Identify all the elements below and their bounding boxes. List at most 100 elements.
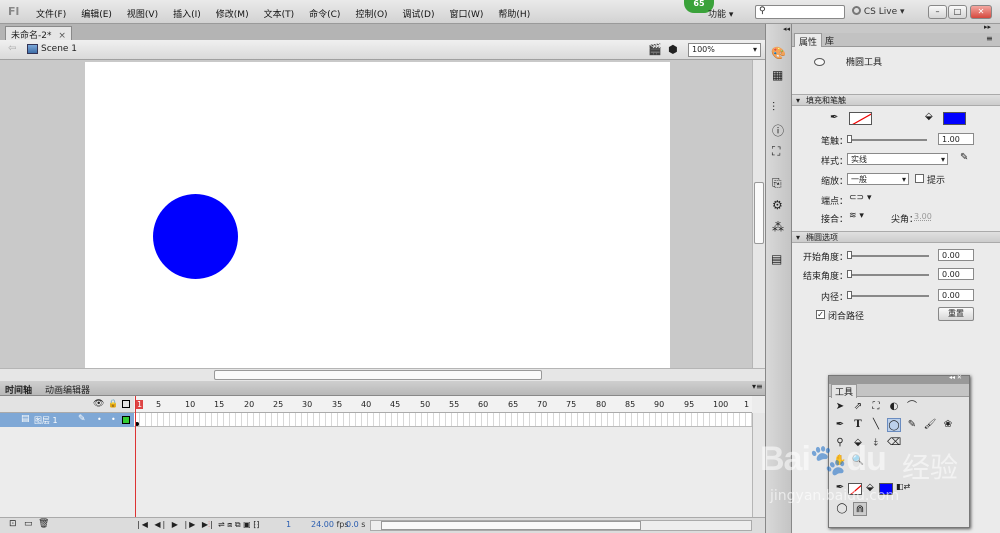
inner-radius-knob[interactable] <box>847 291 852 299</box>
playback-controls[interactable]: |◀ ◀| ▶ |▶ ▶| <box>137 520 215 529</box>
pencil-tool-icon[interactable]: ✎ <box>905 418 919 432</box>
pen-tool-icon[interactable]: ✒ <box>833 418 847 432</box>
blue-circle-shape[interactable] <box>153 194 238 279</box>
help-search-input[interactable]: ⚲ <box>755 5 845 19</box>
tab-timeline[interactable]: 时间轴 <box>5 383 32 396</box>
menu-debug[interactable]: 调试(D) <box>403 7 435 20</box>
tools-panel-titlebar[interactable]: ◂◂ ✕ <box>829 374 969 384</box>
collapse-arrows-icon[interactable]: ◂◂ ✕ <box>949 374 962 381</box>
new-layer-icon[interactable]: ⊡ <box>9 519 17 529</box>
collapse-arrows-icon[interactable]: ▸▸ <box>984 23 991 31</box>
menu-command[interactable]: 命令(C) <box>309 7 340 20</box>
menu-edit[interactable]: 编辑(E) <box>81 7 112 20</box>
swatches-icon[interactable]: ▦ <box>772 68 783 82</box>
3d-rotation-tool-icon[interactable]: ◐ <box>887 400 901 414</box>
join-select[interactable]: ≋ ▾ <box>849 211 864 221</box>
edit-stroke-style-icon[interactable]: ✎ <box>960 152 968 163</box>
fill-color-swatch[interactable] <box>943 112 966 125</box>
stage-horizontal-scrollbar[interactable] <box>0 368 765 381</box>
close-button[interactable]: ✕ <box>970 5 992 19</box>
visibility-dot[interactable]: • <box>97 415 102 424</box>
back-arrow-icon[interactable]: ⇦ <box>8 43 16 54</box>
lock-icon[interactable]: 🔒 <box>108 399 118 408</box>
stroke-slider[interactable] <box>849 139 927 141</box>
onion-skin-icons[interactable]: ⇌ ⧈ ⧉ ▣ ⁅⁆ <box>218 520 259 530</box>
tab-library[interactable]: 库 <box>821 34 838 47</box>
menu-text[interactable]: 文本(T) <box>264 7 295 20</box>
outline-icon[interactable] <box>122 400 130 408</box>
center-frame-icon[interactable]: ⫶ <box>208 520 210 530</box>
menu-control[interactable]: 控制(O) <box>355 7 387 20</box>
movie-explorer-icon[interactable]: ▤ <box>771 252 782 266</box>
menu-view[interactable]: 视图(V) <box>127 7 158 20</box>
workspace-switcher[interactable]: 功能 ▾ <box>708 7 733 20</box>
cs-live-button[interactable]: CS Live ▾ <box>852 6 905 17</box>
frame-rate[interactable]: 24.00 fps <box>311 520 349 529</box>
inner-radius-slider[interactable] <box>849 295 929 297</box>
stroke-width-input[interactable]: 1.00 <box>938 133 974 145</box>
deco-tool-icon[interactable]: ❀ <box>941 418 955 432</box>
subselection-tool-icon[interactable]: ⇗ <box>851 400 865 414</box>
pencil-icon[interactable]: ✎ <box>78 414 86 424</box>
scale-select[interactable]: 一般 ▾ <box>847 173 909 185</box>
end-angle-knob[interactable] <box>847 270 852 278</box>
stroke-slider-knob[interactable] <box>847 135 852 143</box>
new-folder-icon[interactable]: ▭ <box>24 519 33 529</box>
frame-row[interactable] <box>134 413 752 427</box>
text-tool-icon[interactable]: T <box>851 418 865 432</box>
collapse-arrows-icon[interactable]: ◂◂ <box>783 25 790 33</box>
menu-help[interactable]: 帮助(H) <box>498 7 530 20</box>
section-oval-options[interactable]: ▾ 椭圆选项 <box>792 231 1000 243</box>
horizontal-scroll-thumb[interactable] <box>214 370 542 380</box>
lasso-tool-icon[interactable]: ⌒ <box>905 400 919 414</box>
menu-file[interactable]: 文件(F) <box>36 7 66 20</box>
selection-tool-icon[interactable]: ➤ <box>833 400 847 414</box>
layer-row[interactable]: ▤ 图层 1 ✎ • • <box>0 413 134 427</box>
eye-icon[interactable]: 👁 <box>93 399 104 409</box>
end-angle-slider[interactable] <box>849 274 929 276</box>
transform-icon[interactable]: ⛶ <box>772 144 780 159</box>
align-icon[interactable]: ⫶ <box>772 100 775 115</box>
horizontal-scroll-thumb[interactable] <box>381 521 641 530</box>
style-select[interactable]: 实线 ▾ <box>847 153 948 165</box>
miter-value[interactable]: 3.00 <box>914 212 932 221</box>
zoom-select[interactable]: 100% ▾ <box>688 43 761 57</box>
delete-layer-icon[interactable]: 🗑 <box>38 519 49 529</box>
menu-modify[interactable]: 修改(M) <box>216 7 249 20</box>
playhead[interactable] <box>135 396 136 520</box>
frame-ruler[interactable]: 1 5 10 15 20 25 30 35 40 45 50 55 60 65 … <box>134 396 752 413</box>
close-path-checkbox[interactable]: ✓ <box>816 310 825 319</box>
maximize-button[interactable]: □ <box>948 5 967 19</box>
panel-menu-icon[interactable]: ≡ <box>986 34 993 43</box>
oval-tool-icon[interactable]: ◯ <box>887 418 901 432</box>
end-angle-input[interactable]: 0.00 <box>938 268 974 280</box>
start-angle-knob[interactable] <box>847 251 852 259</box>
code-snippets-icon[interactable]: ⎘ <box>772 176 782 191</box>
layer-color-swatch[interactable] <box>122 416 130 424</box>
panel-menu-icon[interactable]: ▾≡ <box>752 382 763 391</box>
document-tab[interactable]: 未命名-2* × <box>5 26 72 41</box>
free-transform-tool-icon[interactable]: ⛶ <box>869 400 883 414</box>
stage-vertical-scrollbar[interactable] <box>752 60 765 368</box>
minimize-button[interactable]: – <box>928 5 947 19</box>
vertical-scroll-thumb[interactable] <box>754 182 764 244</box>
reset-button[interactable]: 重置 <box>938 307 974 321</box>
components-icon[interactable]: ⚙ <box>772 198 783 212</box>
layer-name[interactable]: 图层 1 <box>34 415 58 426</box>
inner-radius-input[interactable]: 0.00 <box>938 289 974 301</box>
info-icon[interactable]: ⓘ <box>772 122 784 139</box>
timeline-horizontal-scrollbar[interactable] <box>370 520 752 531</box>
menu-insert[interactable]: 插入(I) <box>173 7 201 20</box>
line-tool-icon[interactable]: ╲ <box>869 418 883 432</box>
motion-presets-icon[interactable]: ⁂ <box>772 220 784 234</box>
hint-checkbox[interactable] <box>915 174 924 183</box>
brush-tool-icon[interactable]: 🖌 <box>923 418 937 432</box>
edit-scene-icon[interactable]: 🎬 <box>648 43 662 56</box>
menu-window[interactable]: 窗口(W) <box>450 7 484 20</box>
start-angle-input[interactable]: 0.00 <box>938 249 974 261</box>
color-panel-icon[interactable]: 🎨 <box>771 46 786 60</box>
tab-motion-editor[interactable]: 动画编辑器 <box>45 383 90 396</box>
tab-properties[interactable]: 属性 <box>794 33 823 48</box>
lock-dot[interactable]: • <box>111 415 116 424</box>
tools-title[interactable]: 工具 <box>831 384 858 398</box>
